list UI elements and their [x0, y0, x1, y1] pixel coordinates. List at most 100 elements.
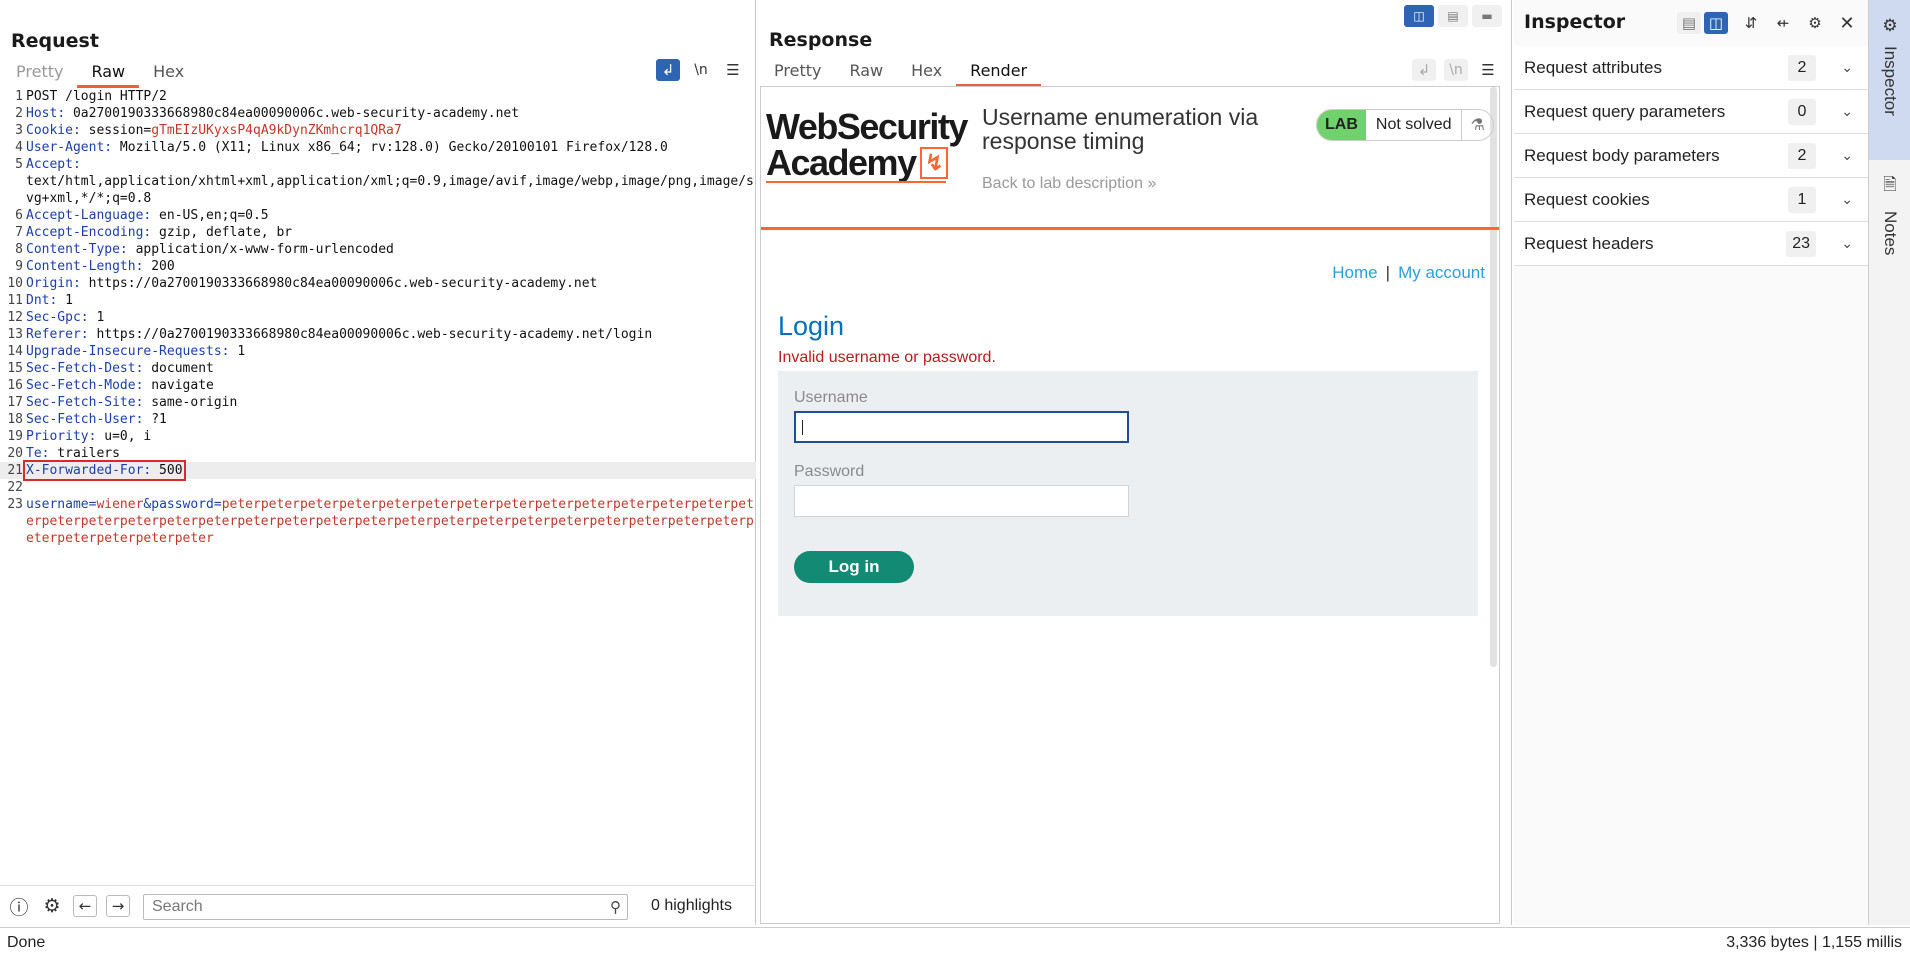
request-line[interactable]: 6 Accept-Language: en-US,en;q=0.5: [0, 207, 756, 224]
request-line[interactable]: 14 Upgrade-Insecure-Requests: 1: [0, 343, 756, 360]
line-content: User-Agent: Mozilla/5.0 (X11; Linux x86_…: [26, 139, 756, 156]
inspector-row-headers[interactable]: Request headers 23 ⌄: [1514, 222, 1868, 266]
request-title: Request: [11, 30, 99, 52]
search-input[interactable]: Search ⚲: [143, 894, 628, 920]
rail-tab-inspector[interactable]: ⚙ Inspector: [1869, 0, 1910, 160]
back-arrow-icon[interactable]: ←: [73, 895, 97, 917]
request-line[interactable]: 18 Sec-Fetch-User: ?1: [0, 411, 756, 428]
response-pane: Response Pretty Raw Hex Render ↲ \n ☰ We…: [758, 0, 1512, 925]
header-value: u=0, i: [96, 429, 152, 444]
chevron-down-icon: ⌄: [1841, 59, 1853, 76]
request-line[interactable]: 10 Origin: https://0a2700190333668980c84e…: [0, 275, 756, 292]
nav-my-account-link[interactable]: My account: [1398, 263, 1485, 282]
line-content: username=wiener&password=peterpeterpeter…: [26, 496, 756, 547]
header-name: Accept-Encoding: [26, 225, 144, 240]
request-line[interactable]: 22: [0, 479, 756, 496]
inspector-row-cookies[interactable]: Request cookies 1 ⌄: [1514, 178, 1868, 222]
inspector-settings-gear-icon[interactable]: ⚙: [1803, 12, 1827, 34]
header-value: 0a2700190333668980c84ea00090006c.web-sec…: [65, 106, 520, 121]
request-body-line[interactable]: 23 username=wiener&password=peterpeterpet…: [0, 496, 756, 547]
header-divider: [761, 227, 1499, 230]
tab-raw[interactable]: Raw: [835, 61, 897, 87]
request-line[interactable]: 11 Dnt: 1: [0, 292, 756, 309]
logo-underline: [766, 181, 946, 183]
line-content: Cookie: session=gTmEIzUKyxsP4qA9kDynZKmh…: [26, 122, 756, 139]
settings-gear-icon[interactable]: ⚙: [40, 895, 64, 917]
menu-icon[interactable]: ☰: [721, 59, 745, 81]
header-name: Te: [26, 446, 42, 461]
tab-render[interactable]: Render: [956, 61, 1042, 87]
tab-raw[interactable]: Raw: [77, 62, 140, 88]
collapse-all-icon[interactable]: ⇷: [1771, 12, 1795, 34]
request-line[interactable]: 20 Te: trailers: [0, 445, 756, 462]
help-icon[interactable]: ⓘ: [7, 895, 31, 919]
login-button[interactable]: Log in: [794, 551, 914, 583]
forward-arrow-icon[interactable]: →: [106, 895, 130, 917]
request-line[interactable]: 3 Cookie: session=gTmEIzUKyxsP4qA9kDynZKm…: [0, 122, 756, 139]
render-scrollbar[interactable]: [1490, 87, 1497, 667]
line-number: 9: [15, 259, 23, 274]
request-line[interactable]: 4 User-Agent: Mozilla/5.0 (X11; Linux x86…: [0, 139, 756, 156]
chevron-down-icon: ⌄: [1841, 147, 1853, 164]
list-view-icon[interactable]: ▤: [1677, 12, 1701, 34]
row-count: 1: [1788, 186, 1816, 213]
line-number: 6: [15, 208, 23, 223]
back-to-lab-link[interactable]: Back to lab description »: [982, 175, 1156, 193]
inspector-row-body-params[interactable]: Request body parameters 2 ⌄: [1514, 134, 1868, 178]
panel-view-icon[interactable]: ◫: [1704, 12, 1728, 34]
close-icon[interactable]: ✕: [1835, 12, 1859, 34]
header-value: document: [143, 361, 214, 376]
inspector-icon: ⚙: [1882, 16, 1898, 36]
inspector-row-query-params[interactable]: Request query parameters 0 ⌄: [1514, 90, 1868, 134]
line-number: 11: [7, 293, 23, 308]
side-rail: ⚙ Inspector 🗎 Notes: [1868, 0, 1910, 925]
request-editor[interactable]: 1 POST /login HTTP/2 2 Host: 0a270019033366…: [0, 88, 756, 883]
request-line[interactable]: 1 POST /login HTTP/2: [0, 88, 756, 105]
wrap-lines-icon[interactable]: ↲: [656, 59, 680, 81]
line-number: 1: [15, 89, 23, 104]
request-line[interactable]: 16 Sec-Fetch-Mode: navigate: [0, 377, 756, 394]
request-line[interactable]: 15 Sec-Fetch-Dest: document: [0, 360, 756, 377]
line-content: Sec-Fetch-Site: same-origin: [26, 394, 756, 411]
request-line[interactable]: 13 Referer: https://0a2700190333668980c84…: [0, 326, 756, 343]
line-content: Origin: https://0a2700190333668980c84ea0…: [26, 275, 756, 292]
search-icon[interactable]: ⚲: [610, 898, 621, 916]
tab-hex[interactable]: Hex: [139, 62, 198, 88]
rail-tab-notes[interactable]: 🗎 Notes: [1869, 172, 1910, 282]
request-line[interactable]: 17 Sec-Fetch-Site: same-origin: [0, 394, 756, 411]
row-label: Request attributes: [1524, 57, 1662, 77]
wrap-lines-icon[interactable]: ↲: [1412, 59, 1436, 81]
newline-toggle-icon[interactable]: \n: [689, 59, 713, 81]
header-name: Sec-Gpc: [26, 310, 81, 325]
row-label: Request query parameters: [1524, 101, 1726, 121]
request-line[interactable]: 2 Host: 0a2700190333668980c84ea00090006c.…: [0, 105, 756, 122]
username-field[interactable]: [794, 411, 1129, 443]
tabbed-layout-icon[interactable]: ▬: [1472, 5, 1502, 27]
line-content: Sec-Fetch-User: ?1: [26, 411, 756, 428]
request-line[interactable]: 5 Accept: text/html,application/xhtml+xml…: [0, 156, 756, 207]
newline-toggle-icon[interactable]: \n: [1444, 59, 1468, 81]
request-line[interactable]: 21 X-Forwarded-For: 500: [0, 460, 756, 481]
expand-all-icon[interactable]: ⇵: [1739, 12, 1763, 34]
tab-pretty[interactable]: Pretty: [2, 62, 77, 88]
request-line[interactable]: 19 Priority: u=0, i: [0, 428, 756, 445]
flask-icon: ⚗: [1470, 117, 1485, 134]
side-by-side-layout-icon[interactable]: ◫: [1404, 5, 1434, 27]
line-number: 4: [15, 140, 23, 155]
request-line[interactable]: 8 Content-Type: application/x-www-form-ur…: [0, 241, 756, 258]
menu-icon[interactable]: ☰: [1476, 59, 1500, 81]
request-line[interactable]: 7 Accept-Encoding: gzip, deflate, br: [0, 224, 756, 241]
password-field[interactable]: [794, 485, 1129, 517]
status-bar: Done 3,336 bytes | 1,155 millis: [0, 927, 1910, 957]
line-number: 5: [15, 157, 23, 172]
tab-hex[interactable]: Hex: [897, 61, 956, 87]
nav-home-link[interactable]: Home: [1332, 263, 1377, 282]
request-line[interactable]: 9 Content-Length: 200: [0, 258, 756, 275]
inspector-row-attributes[interactable]: Request attributes 2 ⌄: [1514, 46, 1868, 90]
request-tabs: Pretty Raw Hex: [2, 62, 198, 88]
header-value: en-US,en;q=0.5: [151, 208, 269, 223]
request-line[interactable]: 12 Sec-Gpc: 1: [0, 309, 756, 326]
stacked-layout-icon[interactable]: ▤: [1438, 5, 1468, 27]
header-name: Sec-Fetch-User: [26, 412, 136, 427]
tab-pretty[interactable]: Pretty: [760, 61, 835, 87]
